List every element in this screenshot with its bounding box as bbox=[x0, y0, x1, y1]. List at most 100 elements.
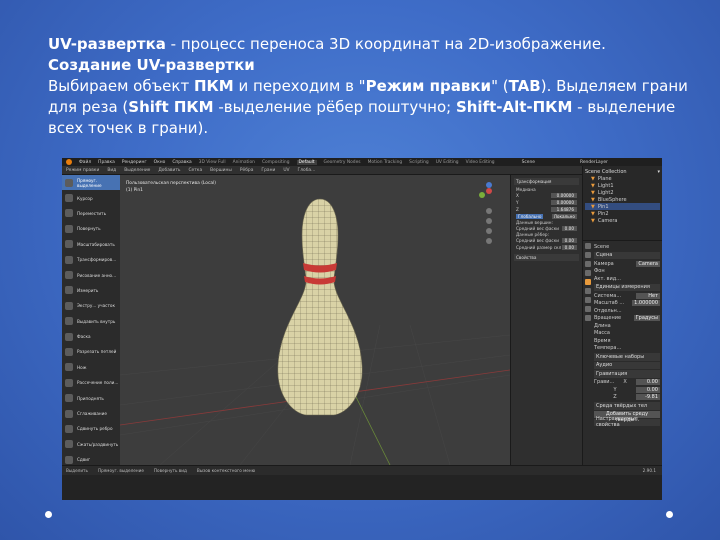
edge-bevel-field[interactable]: 0.00 bbox=[561, 238, 577, 243]
rigid-body-section[interactable]: Среда твёрдых тел bbox=[594, 402, 660, 410]
modifier-tab-icon[interactable] bbox=[584, 306, 591, 312]
camera-field[interactable]: Camera bbox=[636, 260, 660, 267]
workspace-tab[interactable]: Geometry Nodes bbox=[324, 160, 361, 165]
pan-hand-icon[interactable] bbox=[486, 218, 492, 224]
status-box-hint: Прямоуг. выделение bbox=[97, 468, 144, 473]
median-z-field[interactable]: 1.64876 bbox=[551, 207, 577, 212]
edge-crease-field[interactable]: 0.00 bbox=[561, 245, 577, 250]
tool-transform[interactable]: Трансформиров... bbox=[62, 252, 120, 267]
unit-scale-field[interactable]: 1.000000 bbox=[632, 300, 660, 307]
custom-properties-section[interactable]: Настраиваемые свойства bbox=[594, 416, 660, 428]
viewport-canvas bbox=[120, 198, 510, 465]
menu-mesh[interactable]: Сетка bbox=[188, 168, 202, 173]
render-tab-icon[interactable] bbox=[584, 252, 591, 258]
scene-tab-icon[interactable] bbox=[584, 279, 591, 285]
tool-bevel[interactable]: Фаска bbox=[62, 329, 120, 344]
view-layer-selector[interactable]: RenderLayer bbox=[580, 160, 608, 165]
median-y-field[interactable]: 0.00000 bbox=[551, 200, 577, 205]
bowling-pin-mesh[interactable] bbox=[277, 198, 363, 416]
units-section[interactable]: Единицы измерения bbox=[594, 283, 660, 291]
global-button[interactable]: Глобально bbox=[516, 214, 544, 219]
grid-view-icon[interactable] bbox=[486, 238, 492, 244]
outliner-item[interactable]: ▼ Camera bbox=[585, 217, 660, 224]
tool-knife[interactable]: Нож bbox=[62, 360, 120, 375]
mode-selector[interactable]: Режим правки bbox=[66, 168, 99, 173]
tool-tab-icon[interactable] bbox=[584, 243, 591, 249]
filter-icon[interactable]: ▾ bbox=[657, 169, 660, 175]
scene-selector[interactable]: Scene bbox=[522, 160, 535, 165]
rotation-field[interactable]: Градусы bbox=[633, 315, 660, 322]
tool-rotate[interactable]: Повернуть bbox=[62, 221, 120, 236]
tool-move[interactable]: Переместить bbox=[62, 206, 120, 221]
blender-logo-icon[interactable] bbox=[66, 159, 72, 165]
outliner-item[interactable]: ▼ Light1 bbox=[585, 182, 660, 189]
tool-cursor[interactable]: Курсор bbox=[62, 190, 120, 205]
material-tab-icon[interactable] bbox=[584, 315, 591, 321]
vertex-bevel-field[interactable]: 0.00 bbox=[561, 226, 577, 231]
tool-annotate[interactable]: Рисование анно... bbox=[62, 267, 120, 282]
menu-file[interactable]: Файл bbox=[79, 160, 91, 165]
tool-shrink[interactable]: Сжать/раздвинуть bbox=[62, 437, 120, 452]
tool-scale[interactable]: Масштабировать bbox=[62, 237, 120, 252]
menu-vertex[interactable]: Вершины bbox=[210, 168, 232, 173]
tool-extrude[interactable]: Экстру... участок bbox=[62, 298, 120, 313]
workspace-tab[interactable]: Video Editing bbox=[466, 160, 495, 165]
workspace-tab[interactable]: Scripting bbox=[409, 160, 429, 165]
outliner-item[interactable]: ▼ Light2 bbox=[585, 189, 660, 196]
keying-sets-section[interactable]: Ключевые наборы bbox=[594, 353, 660, 361]
menu-render[interactable]: Рендеринг bbox=[122, 160, 147, 165]
output-tab-icon[interactable] bbox=[584, 261, 591, 267]
gravity-z-field[interactable]: -9.81 bbox=[636, 394, 660, 401]
unit-system-field[interactable]: Нет bbox=[636, 292, 660, 299]
workspace-tab[interactable]: UV Editing bbox=[436, 160, 459, 165]
y-axis-icon[interactable] bbox=[479, 192, 485, 198]
scene-section[interactable]: Сцена bbox=[594, 251, 660, 259]
camera-view-icon[interactable] bbox=[486, 228, 492, 234]
menu-edit[interactable]: Правка bbox=[98, 160, 115, 165]
menu-add[interactable]: Добавить bbox=[158, 168, 180, 173]
menu-view[interactable]: Вид bbox=[107, 168, 116, 173]
outliner-item[interactable]: ▼ Plane bbox=[585, 175, 660, 182]
tool-smooth[interactable]: Сглаживание bbox=[62, 406, 120, 421]
audio-section[interactable]: Аудио bbox=[594, 361, 660, 369]
tool-inset[interactable]: Выдавить внутрь bbox=[62, 314, 120, 329]
object-tab-icon[interactable] bbox=[584, 297, 591, 303]
menu-window[interactable]: Окно bbox=[154, 160, 166, 165]
menu-select[interactable]: Выделение bbox=[124, 168, 150, 173]
gravity-y-field[interactable]: 0.00 bbox=[636, 386, 660, 393]
outliner-item-selected[interactable]: ▼ Pin1 bbox=[585, 203, 660, 210]
tool-edge-slide[interactable]: Сдвинуть ребро bbox=[62, 421, 120, 436]
tool-poly-build[interactable]: Рассечение поли... bbox=[62, 375, 120, 390]
3d-viewport[interactable]: Пользовательская перспектива (Local) (1)… bbox=[120, 175, 510, 465]
z-axis-icon[interactable] bbox=[486, 182, 492, 188]
tool-measure[interactable]: Измерить bbox=[62, 283, 120, 298]
menu-help[interactable]: Справка bbox=[172, 160, 191, 165]
x-axis-icon[interactable] bbox=[486, 188, 492, 194]
menu-edge[interactable]: Рёбра bbox=[240, 168, 254, 173]
navigation-gizmo[interactable] bbox=[474, 181, 504, 251]
world-tab-icon[interactable] bbox=[584, 288, 591, 294]
menu-face[interactable]: Грани bbox=[261, 168, 275, 173]
workspace-tab[interactable]: Motion Tracking bbox=[368, 160, 403, 165]
orientation-selector[interactable]: Глоба... bbox=[298, 168, 316, 173]
transform-panel-header[interactable]: Трансформация bbox=[514, 178, 579, 185]
local-button[interactable]: Локально bbox=[551, 214, 577, 219]
outliner-item[interactable]: ▼ BlueSphere bbox=[585, 196, 660, 203]
workspace-tab[interactable]: 3D View Full bbox=[199, 160, 226, 165]
zoom-icon[interactable] bbox=[486, 208, 492, 214]
menu-uv[interactable]: UV bbox=[283, 168, 289, 173]
median-x-field[interactable]: 0.00000 bbox=[551, 193, 577, 198]
gravity-section[interactable]: Гравитация bbox=[594, 370, 660, 378]
status-menu-hint: Вызов контекстного меню bbox=[196, 468, 256, 473]
workspace-tab-active[interactable]: Default bbox=[296, 159, 317, 165]
tool-loop-cut[interactable]: Разрезать петлей bbox=[62, 344, 120, 359]
view-layer-tab-icon[interactable] bbox=[584, 270, 591, 276]
workspace-tab[interactable]: Compositing bbox=[262, 160, 290, 165]
properties-panel-header[interactable]: Свойства bbox=[514, 254, 579, 261]
tool-spin[interactable]: Приподнять bbox=[62, 390, 120, 405]
tool-label: Рисование анно... bbox=[77, 272, 117, 278]
workspace-tab[interactable]: Animation bbox=[233, 160, 255, 165]
outliner-item[interactable]: ▼ Pin2 bbox=[585, 210, 660, 217]
tool-select-box[interactable]: Прямоуг. выделение bbox=[62, 175, 120, 191]
gravity-x-field[interactable]: 0.00 bbox=[635, 379, 660, 386]
